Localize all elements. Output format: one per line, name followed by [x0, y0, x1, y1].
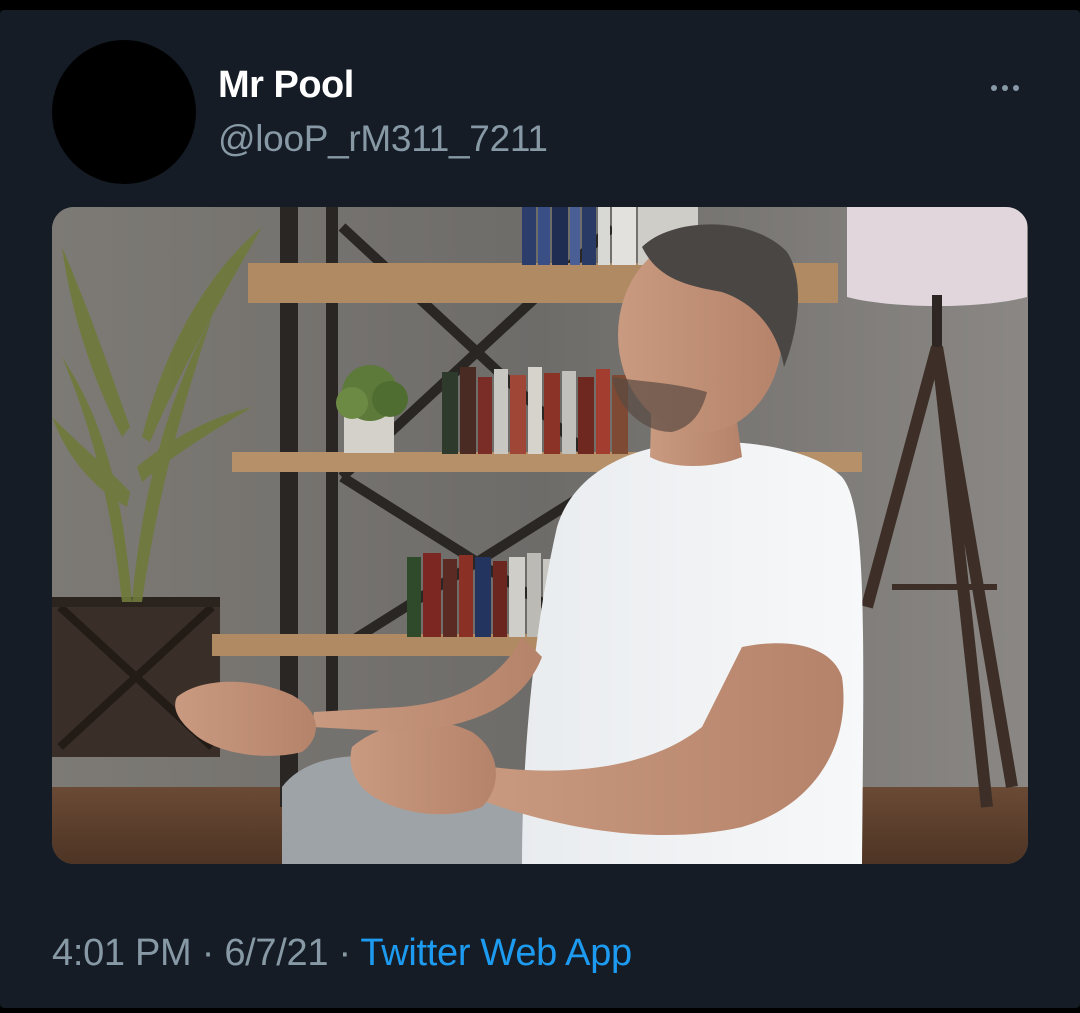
more-horizontal-icon [991, 85, 1019, 91]
more-options-button[interactable] [980, 68, 1030, 108]
tweet-source-link[interactable]: Twitter Web App [360, 932, 632, 974]
display-name[interactable]: Mr Pool [218, 64, 354, 107]
tweet-media-image[interactable] [52, 207, 1028, 864]
tweet-card: Mr Pool @looP_rM311_7211 4:01 PM · 6/7/2… [0, 10, 1080, 1008]
user-handle[interactable]: @looP_rM311_7211 [218, 118, 548, 160]
tweet-date[interactable]: 6/7/21 [224, 932, 328, 974]
meta-separator-2: · [338, 932, 351, 974]
avatar[interactable] [52, 40, 196, 184]
meta-separator: · [201, 932, 215, 974]
tweet-time[interactable]: 4:01 PM [52, 932, 192, 974]
tweet-meta: 4:01 PM · 6/7/21 · Twitter Web App [52, 932, 632, 975]
